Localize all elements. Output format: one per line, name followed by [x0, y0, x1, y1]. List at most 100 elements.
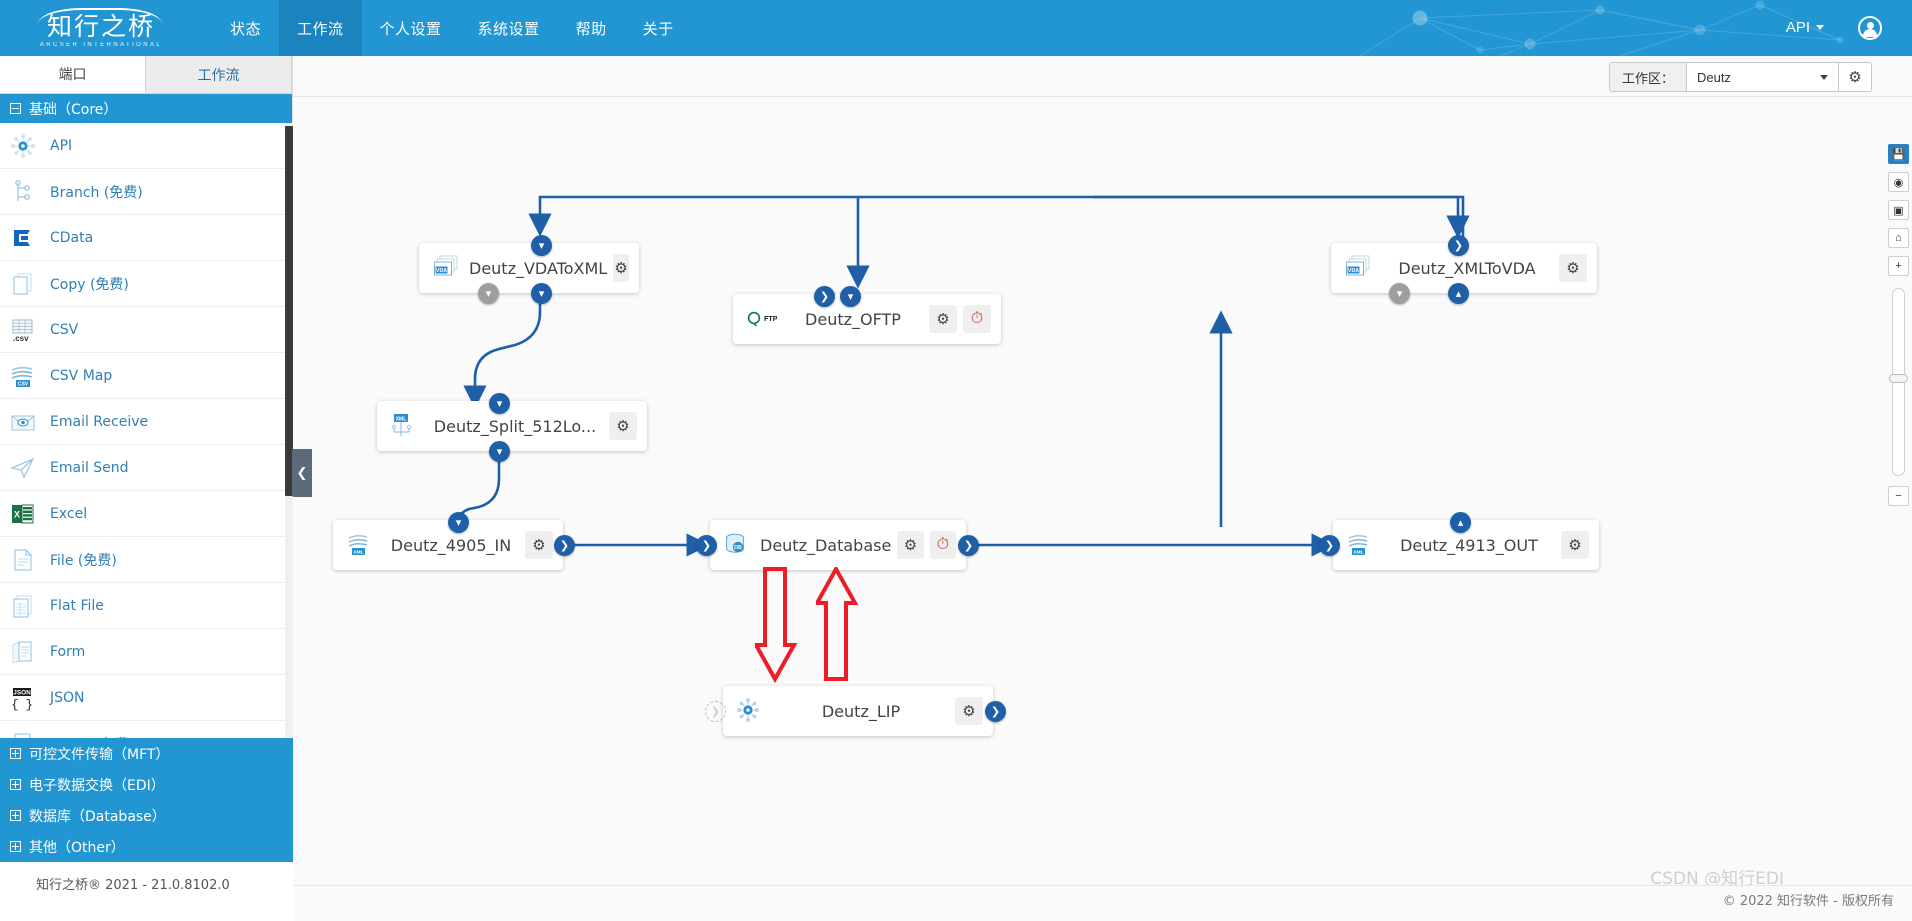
- sidebar-port-item[interactable]: JSON { } JSON: [0, 675, 293, 721]
- connector-out-database[interactable]: ❯: [958, 535, 979, 556]
- connector-in-xmltovda[interactable]: ❯: [1448, 235, 1469, 256]
- save-button[interactable]: 💾: [1888, 144, 1909, 164]
- nav-item-about[interactable]: 关于: [625, 0, 692, 56]
- zoom-slider-thumb[interactable]: [1889, 374, 1908, 383]
- node-settings-button[interactable]: ⚙: [1561, 531, 1589, 559]
- workflow-node-oftp[interactable]: FTP2 Deutz_OFTP ⚙ ⏱: [733, 294, 1001, 344]
- sidebar-port-label: CData: [50, 229, 94, 246]
- connector-in-database[interactable]: ❯: [696, 535, 717, 556]
- gear-icon: ⚙: [936, 310, 950, 328]
- svg-text:FTP2: FTP2: [764, 314, 777, 323]
- connector-in-4913-out[interactable]: ❯: [1319, 535, 1340, 556]
- svg-text:XML: XML: [1353, 550, 1363, 556]
- nav-item-workflow[interactable]: 工作流: [279, 0, 362, 56]
- connector-in-split[interactable]: ▾: [489, 393, 510, 414]
- sidebar-port-label: Form: [50, 643, 86, 660]
- save-icon: 💾: [1891, 148, 1906, 161]
- nav-item-system-settings[interactable]: 系统设置: [460, 0, 558, 56]
- home-icon: ⌂: [1895, 232, 1902, 244]
- connector-out-4913-out[interactable]: ▴: [1450, 512, 1471, 533]
- nav-item-status[interactable]: 状态: [212, 0, 279, 56]
- app-logo[interactable]: 知行之桥 ARCSER INTERNATIONAL: [26, 4, 176, 52]
- sidebar-category[interactable]: 数据库（Database）: [0, 800, 293, 831]
- node-settings-button[interactable]: ⚙: [897, 531, 924, 559]
- node-title: Deutz_Database: [760, 535, 892, 555]
- node-settings-button[interactable]: ⚙: [613, 254, 629, 282]
- sidebar-port-item[interactable]: Flat File: [0, 583, 293, 629]
- sidebar-category[interactable]: 可控文件传输（MFT）: [0, 738, 293, 769]
- connector-in-lip[interactable]: ❯: [705, 701, 726, 722]
- connector-out-split[interactable]: ▾: [489, 441, 510, 462]
- connector-out-lip[interactable]: ❯: [985, 701, 1006, 722]
- connector-out-vdatoxml[interactable]: ▾: [531, 283, 552, 304]
- workspace-select[interactable]: Deutz: [1687, 63, 1839, 91]
- clock-icon: ⏱: [970, 310, 984, 327]
- nav-item-help[interactable]: 帮助: [558, 0, 625, 56]
- xml-stack-icon: XML: [1347, 531, 1377, 559]
- connector-out-xmltovda[interactable]: ▴: [1448, 283, 1469, 304]
- top-header-bar: 知行之桥 ARCSER INTERNATIONAL 状态 工作流 个人设置 系统…: [0, 0, 1912, 56]
- connector-out-secondary-xmltovda[interactable]: ▾: [1389, 283, 1410, 304]
- zoom-in-button[interactable]: +: [1888, 256, 1909, 276]
- sidebar-port-item[interactable]: Form: [0, 629, 293, 675]
- sidebar-port-item[interactable]: Email Send: [0, 445, 293, 491]
- nav-item-personal-settings[interactable]: 个人设置: [362, 0, 460, 56]
- user-avatar-icon[interactable]: [1858, 16, 1882, 40]
- connector-out-4905-in[interactable]: ❯: [554, 535, 575, 556]
- sidebar-port-item[interactable]: File (免费): [0, 537, 293, 583]
- node-schedule-button[interactable]: ⏱: [929, 531, 956, 559]
- sidebar-category-core[interactable]: 基础（Core）: [0, 94, 292, 123]
- gear-icon: ⚙: [1848, 68, 1862, 86]
- svg-text:X: X: [14, 509, 20, 519]
- zoom-out-button[interactable]: −: [1888, 486, 1909, 506]
- fit-to-screen-button[interactable]: ▣: [1888, 200, 1909, 220]
- tab-ports[interactable]: 端口: [0, 56, 146, 93]
- preview-button[interactable]: ◉: [1888, 172, 1909, 192]
- gear-icon: ⚙: [532, 536, 546, 554]
- node-schedule-button[interactable]: ⏱: [963, 305, 991, 333]
- node-settings-button[interactable]: ⚙: [1559, 254, 1587, 282]
- workflow-node-lip[interactable]: Deutz_LIP ⚙: [723, 686, 993, 736]
- copy-icon: [10, 271, 36, 297]
- sidebar-port-item[interactable]: X Excel: [0, 491, 293, 537]
- node-settings-button[interactable]: ⚙: [609, 412, 637, 440]
- connector-out-secondary-vdatoxml[interactable]: ▾: [478, 283, 499, 304]
- api-dropdown[interactable]: API: [1786, 19, 1824, 36]
- gear-icon: ⚙: [1566, 259, 1580, 277]
- sidebar-category[interactable]: 其他（Other）: [0, 831, 293, 862]
- sidebar-port-item[interactable]: Copy (免费): [0, 261, 293, 307]
- sidebar-scrollbar-thumb[interactable]: [285, 126, 293, 496]
- connector-in-4905-in[interactable]: ▾: [448, 512, 469, 533]
- svg-text:VDA: VDA: [1348, 268, 1359, 274]
- node-settings-button[interactable]: ⚙: [955, 697, 983, 725]
- gear-icon: ⚙: [903, 536, 918, 554]
- workspace-select-value: Deutz: [1697, 69, 1731, 85]
- workflow-node-vdatoxml[interactable]: VDA Deutz_VDAToXML ⚙: [419, 243, 639, 293]
- database-icon: DB: [724, 531, 754, 559]
- sidebar-port-item[interactable]: Email Receive: [0, 399, 293, 445]
- connector-out-oftp[interactable]: ❯: [814, 286, 835, 307]
- node-settings-button[interactable]: ⚙: [525, 531, 553, 559]
- home-button[interactable]: ⌂: [1888, 228, 1909, 248]
- csv-icon: .csv: [10, 317, 36, 343]
- connector-in-vdatoxml[interactable]: ▾: [531, 235, 552, 256]
- sidebar-port-label: CSV: [50, 321, 79, 338]
- connector-in-oftp[interactable]: ▾: [840, 286, 861, 307]
- sidebar-port-item[interactable]: CData: [0, 215, 293, 261]
- node-settings-button[interactable]: ⚙: [929, 305, 957, 333]
- workflow-node-4905-in[interactable]: XML Deutz_4905_IN ⚙: [333, 520, 563, 570]
- api-dropdown-label: API: [1785, 19, 1810, 36]
- sidebar-category[interactable]: 电子数据交换（EDI）: [0, 769, 293, 800]
- minus-icon: −: [1895, 490, 1902, 502]
- workflow-node-split[interactable]: XML Deutz_Split_512Lo... ⚙: [377, 401, 647, 451]
- sidebar-port-item[interactable]: Branch (免费): [0, 169, 293, 215]
- sidebar-port-item[interactable]: .csv CSV: [0, 307, 293, 353]
- sidebar-port-item[interactable]: API: [0, 123, 293, 169]
- workspace-settings-button[interactable]: ⚙: [1839, 63, 1871, 91]
- sidebar-port-list[interactable]: API Branch (免费) CData Copy (免费) .csv CSV …: [0, 123, 293, 813]
- clock-icon: ⏱: [936, 536, 950, 553]
- tab-workflows[interactable]: 工作流: [146, 56, 292, 93]
- workflow-node-database[interactable]: DB Deutz_Database ⚙ ⏱: [710, 520, 966, 570]
- workflow-diagram[interactable]: VDA Deutz_VDAToXML ⚙ ▾ ▾ ▾ FTP2: [293, 97, 1912, 905]
- sidebar-port-item[interactable]: CSV CSV Map: [0, 353, 293, 399]
